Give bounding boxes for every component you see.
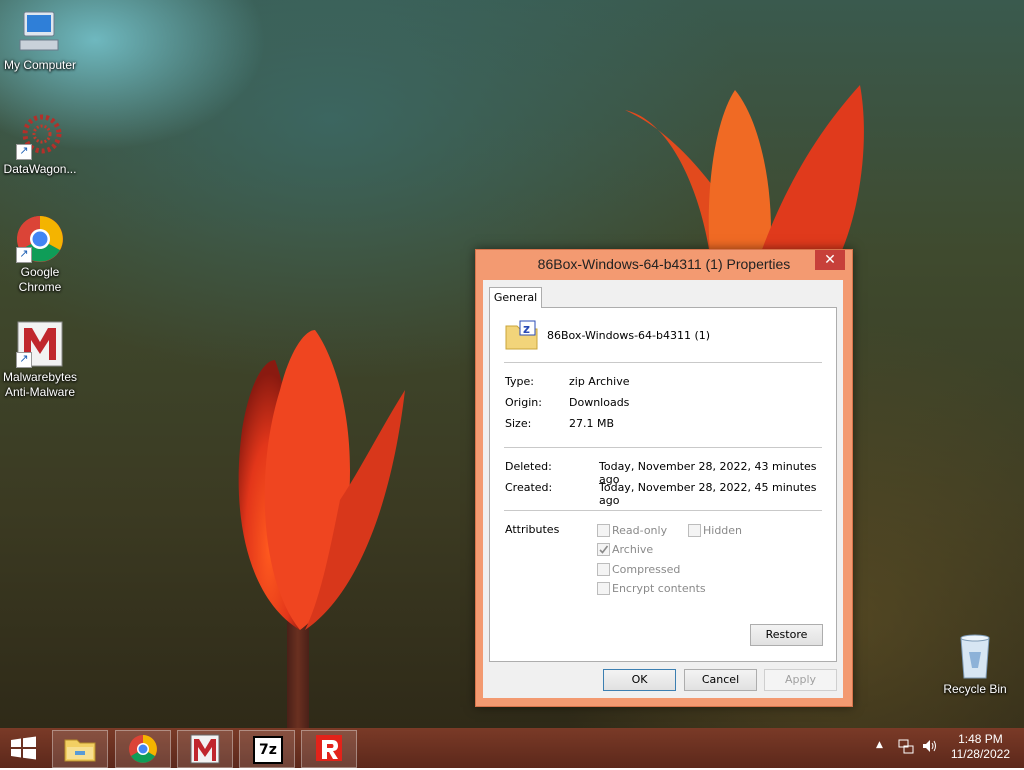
tulip-flower-right xyxy=(625,85,864,255)
7zip-icon: 7z xyxy=(253,736,283,764)
cancel-button[interactable]: Cancel xyxy=(684,669,757,691)
origin-value: Downloads xyxy=(569,396,630,409)
7zip-label: 7z xyxy=(259,742,277,758)
apply-button[interactable]: Apply xyxy=(764,669,837,691)
file-explorer-icon xyxy=(64,739,96,762)
archive-checkbox[interactable] xyxy=(597,543,610,556)
readonly-checkbox[interactable] xyxy=(597,524,610,537)
compressed-label: Compressed xyxy=(612,563,681,576)
type-value: zip Archive xyxy=(569,375,630,388)
encrypt-label: Encrypt contents xyxy=(612,582,706,595)
zip-file-icon: z xyxy=(505,320,539,350)
taskbar-file-explorer[interactable] xyxy=(52,730,108,768)
ok-button[interactable]: OK xyxy=(603,669,676,691)
taskbar-malwarebytes[interactable] xyxy=(177,730,233,768)
dialog-title: 86Box-Windows-64-b4311 (1) Properties xyxy=(537,256,791,272)
checkmark-icon xyxy=(599,545,609,554)
attributes-label: Attributes xyxy=(505,523,560,536)
chrome-icon xyxy=(129,735,157,763)
restore-button[interactable]: Restore xyxy=(750,624,823,646)
origin-label: Origin: xyxy=(505,396,542,409)
properties-dialog: 86Box-Windows-64-b4311 (1) Properties ✕ … xyxy=(475,249,853,707)
size-value: 27.1 MB xyxy=(569,417,615,430)
desktop-icon-chrome[interactable]: ↗ Google Chrome xyxy=(0,215,80,295)
archive-label: Archive xyxy=(612,543,654,556)
roblox-r-glyph xyxy=(322,740,338,759)
close-button[interactable]: ✕ xyxy=(815,250,845,270)
datawagon-icon: ↗ xyxy=(16,112,64,160)
desktop-icon-label: Google Chrome xyxy=(18,265,62,294)
hidden-label: Hidden xyxy=(703,524,743,537)
desktop-icon-label: Malwarebytes Anti-Malware xyxy=(2,370,78,399)
taskbar: 7z ▲ 1:48 PM 11/28/2022 xyxy=(0,728,1024,768)
separator xyxy=(504,447,822,448)
shortcut-arrow-icon: ↗ xyxy=(16,247,32,263)
tulip-flower-left xyxy=(238,330,405,630)
taskbar-roblox[interactable] xyxy=(301,730,357,768)
desktop-icon-malwarebytes[interactable]: ↗ Malwarebytes Anti-Malware xyxy=(0,320,80,400)
taskbar-clock[interactable]: 1:48 PM 11/28/2022 xyxy=(951,732,1010,762)
recycle-bin-icon xyxy=(951,632,999,680)
computer-icon xyxy=(16,8,64,56)
start-button[interactable] xyxy=(8,736,40,760)
malwarebytes-icon: ↗ xyxy=(16,320,64,368)
shortcut-arrow-icon: ↗ xyxy=(16,352,32,368)
desktop-icon-label: Recycle Bin xyxy=(943,682,1007,696)
separator xyxy=(504,510,822,511)
created-label: Created: xyxy=(505,481,553,494)
svg-text:z: z xyxy=(523,322,530,336)
created-value: Today, November 28, 2022, 45 minutes ago xyxy=(599,481,817,507)
volume-icon[interactable] xyxy=(922,738,938,754)
desktop-icon-label: DataWagon... xyxy=(3,162,77,176)
desktop-icon-recycle-bin[interactable]: Recycle Bin xyxy=(935,632,1015,697)
chrome-icon: ↗ xyxy=(16,215,64,263)
file-name: 86Box-Windows-64-b4311 (1) xyxy=(547,329,711,342)
taskbar-7zip[interactable]: 7z xyxy=(239,730,295,768)
separator xyxy=(504,362,822,363)
size-label: Size: xyxy=(505,417,532,430)
tab-general[interactable]: General xyxy=(489,287,542,308)
compressed-checkbox[interactable] xyxy=(597,563,610,576)
desktop-icon-datawagon[interactable]: ↗ DataWagon... xyxy=(0,112,80,177)
show-hidden-icons-chevron-icon[interactable]: ▲ xyxy=(876,740,883,750)
taskbar-chrome[interactable] xyxy=(115,730,171,768)
deleted-label: Deleted: xyxy=(505,460,552,473)
encrypt-checkbox[interactable] xyxy=(597,582,610,595)
type-label: Type: xyxy=(505,375,534,388)
windows-logo-icon xyxy=(11,736,36,760)
desktop-icon-my-computer[interactable]: My Computer xyxy=(0,8,80,73)
close-icon: ✕ xyxy=(824,252,836,268)
clock-time: 1:48 PM xyxy=(958,732,1003,746)
general-tab-panel: z 86Box-Windows-64-b4311 (1) Type: zip A… xyxy=(489,307,837,662)
clock-date: 11/28/2022 xyxy=(950,747,1010,761)
malwarebytes-icon xyxy=(190,734,220,764)
desktop-icon-label: My Computer xyxy=(3,58,77,72)
shortcut-arrow-icon: ↗ xyxy=(16,144,32,160)
hidden-checkbox[interactable] xyxy=(688,524,701,537)
dialog-client-area: General z 86Box-Windows-64-b4311 (1) Typ… xyxy=(483,280,843,698)
readonly-label: Read-only xyxy=(612,524,668,537)
network-icon[interactable] xyxy=(898,738,914,754)
